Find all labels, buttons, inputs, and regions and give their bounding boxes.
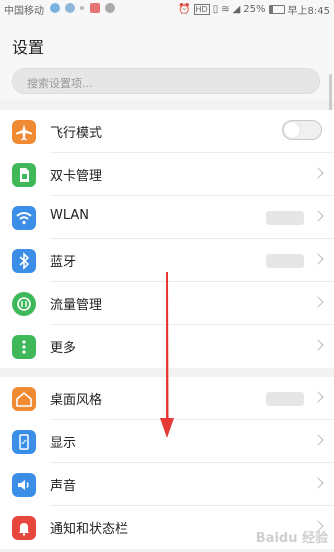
bluetooth-icon (12, 249, 36, 273)
settings-header: 设置 搜索设置项... (0, 18, 334, 100)
sound-icon (12, 473, 36, 497)
setting-label: 通知和状态栏 (50, 522, 129, 537)
search-input[interactable]: 搜索设置项... (12, 68, 320, 94)
location-icon (50, 3, 60, 13)
chevron-right-icon (312, 296, 324, 308)
alarm-icon: ⏰ (178, 4, 191, 15)
chevron-right-icon (312, 477, 324, 489)
chevron-right-icon (312, 167, 324, 179)
signal-icon: ◢ (232, 4, 241, 15)
setting-label: 声音 (50, 479, 77, 494)
arrow-shaft (166, 272, 169, 420)
wifi-status-icon: ≋ (221, 4, 230, 15)
carrier-name: 中国移动 (4, 6, 44, 17)
setting-label: 流量管理 (50, 298, 103, 313)
page-title: 设置 (12, 38, 45, 57)
setting-label: 桌面风格 (50, 393, 103, 408)
scroll-down-arrow-annotation (160, 272, 174, 438)
setting-label: 更多 (50, 341, 77, 356)
avatar-icon (65, 3, 76, 13)
setting-label: 显示 (50, 436, 77, 451)
battery-icon (268, 5, 285, 14)
setting-row-wlan[interactable]: WLAN (0, 196, 334, 239)
dot-icon (80, 6, 85, 10)
setting-label: 双卡管理 (50, 169, 103, 184)
display-icon (12, 430, 36, 454)
clock: 早上8:45 (287, 6, 330, 17)
setting-label: 飞行模式 (50, 126, 103, 141)
notification-icons (50, 3, 117, 14)
chevron-right-icon (312, 391, 324, 403)
data-usage-icon (12, 292, 36, 316)
redacted-value (266, 254, 304, 268)
chevron-right-icon (312, 434, 324, 446)
redacted-value (266, 211, 304, 225)
arrow-head (160, 418, 174, 438)
hd-icon: HD (193, 4, 210, 15)
watermark: Baidu 经验 (255, 531, 328, 546)
airplane-mode-toggle[interactable] (282, 120, 322, 140)
more-icon (12, 335, 36, 359)
redacted-value (266, 392, 304, 406)
message-app-icon (89, 3, 100, 13)
home-style-icon (12, 387, 36, 411)
wifi-icon (12, 206, 36, 230)
vibrate-icon: ▯ (212, 4, 219, 15)
sim-card-icon (12, 163, 36, 187)
setting-row-sound[interactable]: 声音 (0, 463, 334, 506)
search-placeholder: 搜索设置项... (27, 77, 93, 90)
setting-row-dual-sim[interactable]: 双卡管理 (0, 153, 334, 196)
toggle-knob (284, 122, 300, 138)
chevron-right-icon (312, 210, 324, 222)
airplane-icon (12, 120, 36, 144)
chevron-right-icon (312, 253, 324, 265)
setting-label: WLAN (50, 208, 90, 223)
setting-row-airplane-mode[interactable]: 飞行模式 (0, 110, 334, 153)
status-right: ⏰ HD ▯ ≋ ◢ 25% 早上8:45 (178, 2, 330, 17)
battery-percent: 25% (243, 4, 266, 15)
notification-bell-icon (12, 516, 36, 540)
status-bar: 中国移动 ⏰ HD ▯ ≋ ◢ 25% 早上8:45 (0, 0, 334, 18)
setting-label: 蓝牙 (50, 255, 77, 270)
chevron-right-icon (312, 339, 324, 351)
chat-icon (104, 3, 115, 13)
